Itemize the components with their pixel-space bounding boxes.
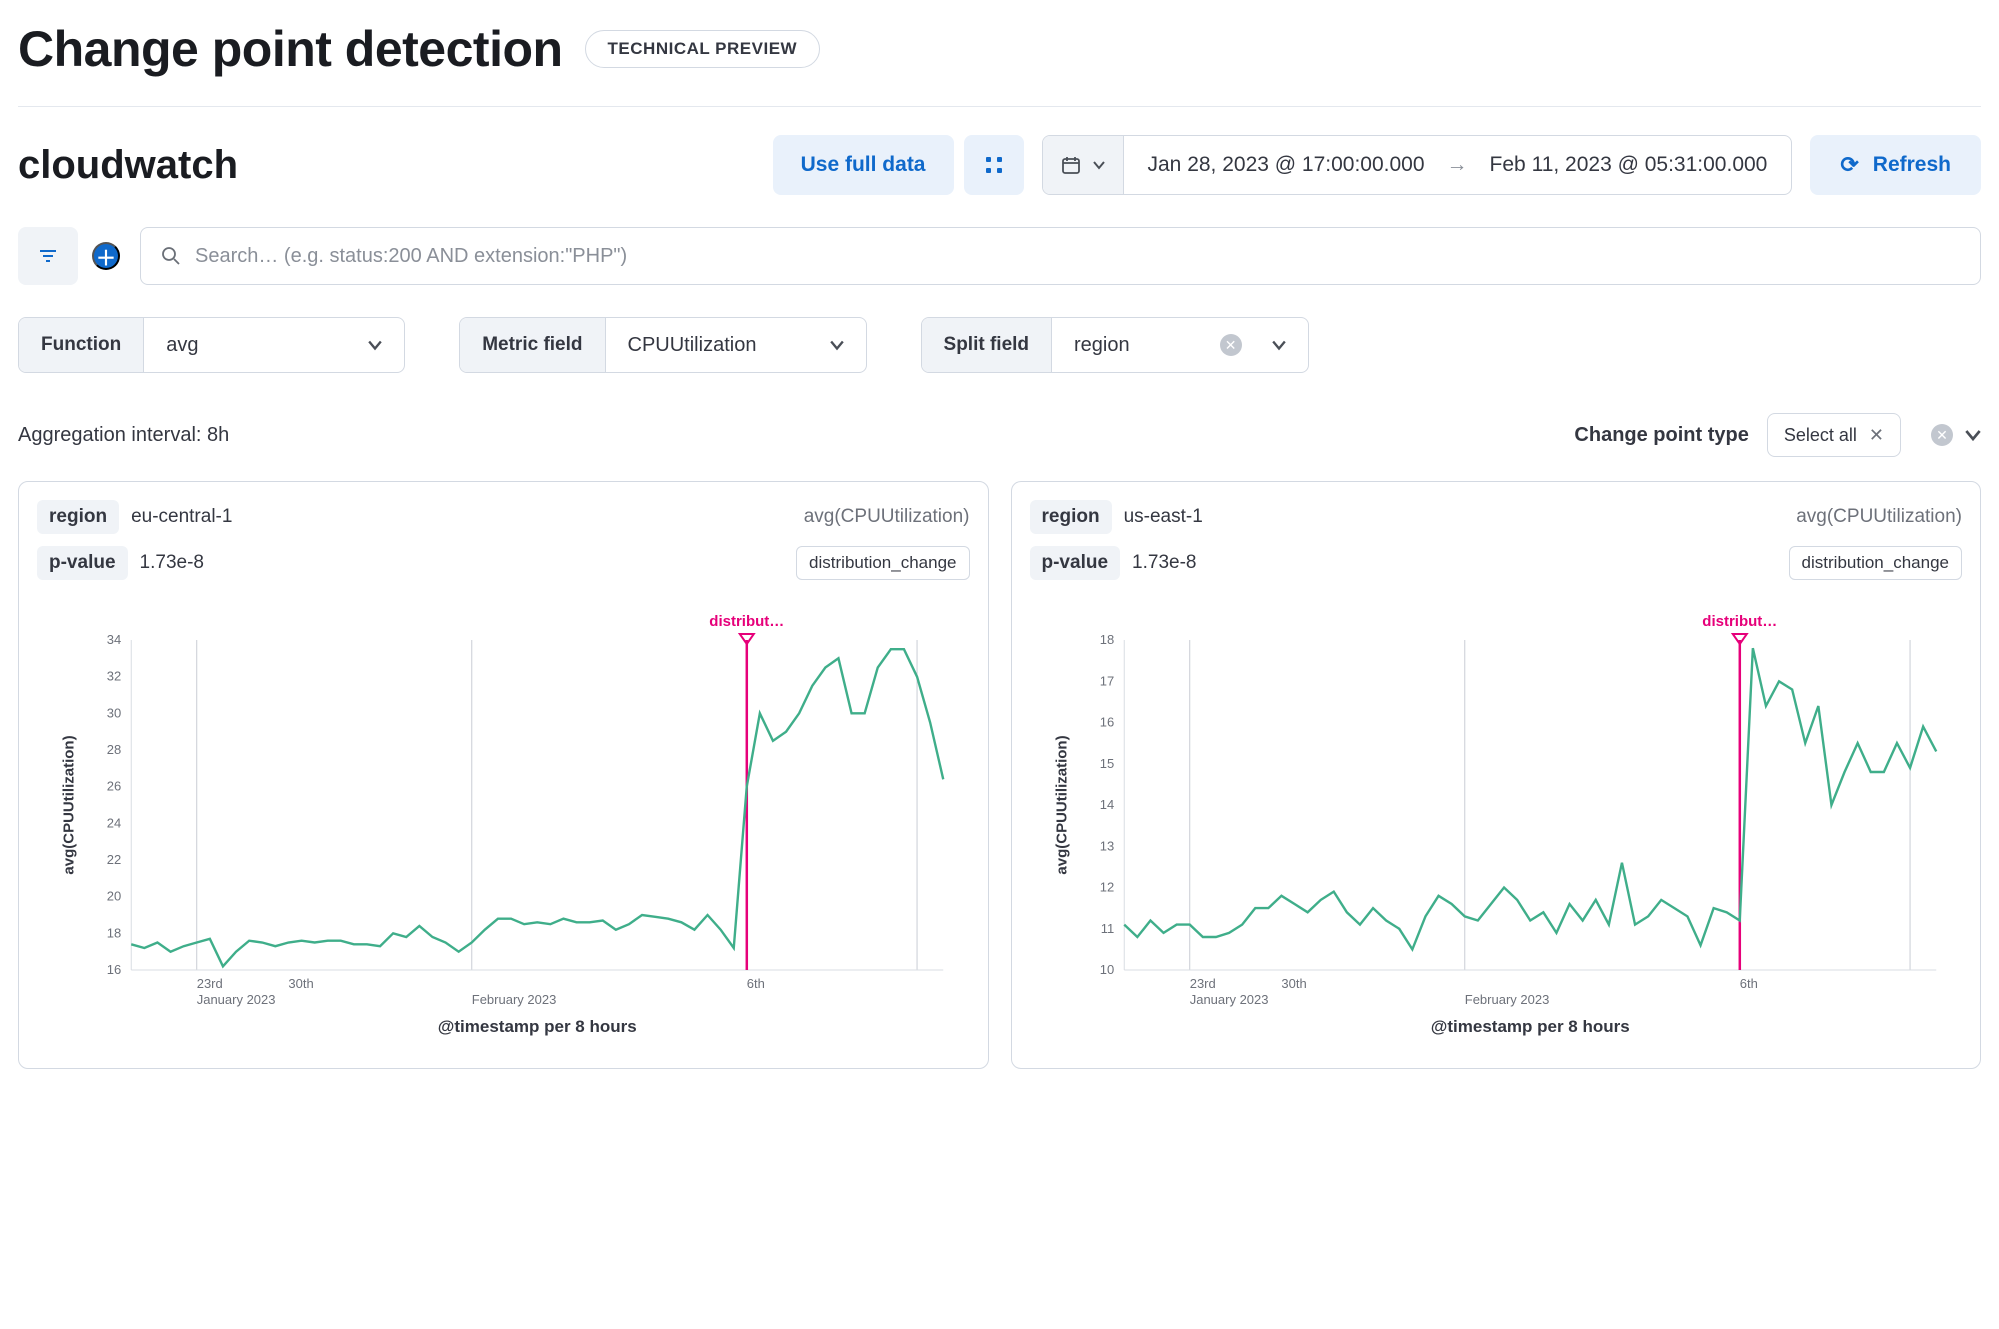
chevron-down-icon bbox=[830, 338, 844, 352]
metric-summary: avg(CPUUtilization) bbox=[1796, 506, 1962, 528]
svg-text:12: 12 bbox=[1099, 880, 1113, 895]
search-box[interactable] bbox=[140, 227, 1981, 285]
metric-field-value: CPUUtilization bbox=[628, 334, 757, 357]
svg-text:10: 10 bbox=[1099, 962, 1113, 977]
filter-icon bbox=[38, 246, 58, 266]
close-icon: ✕ bbox=[1936, 428, 1948, 442]
metric-field-label: Metric field bbox=[460, 318, 605, 372]
use-full-data-button[interactable]: Use full data bbox=[773, 135, 954, 195]
clear-split-field-button[interactable]: ✕ bbox=[1220, 334, 1242, 356]
pvalue-tag: p-value bbox=[1030, 546, 1121, 580]
change-point-type-label: Change point type bbox=[1574, 424, 1748, 447]
svg-text:34: 34 bbox=[107, 632, 121, 647]
chevron-down-icon bbox=[368, 338, 382, 352]
svg-text:6th: 6th bbox=[747, 976, 765, 991]
svg-text:23rd: 23rd bbox=[1189, 976, 1215, 991]
svg-text:30th: 30th bbox=[1281, 976, 1306, 991]
date-to: Feb 11, 2023 @ 05:31:00.000 bbox=[1490, 153, 1768, 177]
svg-text:distribut…: distribut… bbox=[709, 613, 784, 630]
change-type-badge: distribution_change bbox=[1789, 546, 1962, 580]
pvalue-value: 1.73e-8 bbox=[140, 552, 204, 574]
split-field-label: Split field bbox=[922, 318, 1053, 372]
close-icon: ✕ bbox=[1225, 338, 1237, 352]
svg-text:17: 17 bbox=[1099, 673, 1113, 688]
svg-text:@timestamp per 8 hours: @timestamp per 8 hours bbox=[438, 1017, 637, 1036]
svg-text:11: 11 bbox=[1100, 921, 1114, 936]
function-value: avg bbox=[166, 334, 198, 357]
svg-text:22: 22 bbox=[107, 852, 121, 867]
use-full-data-label: Use full data bbox=[801, 153, 926, 177]
function-select[interactable]: Function avg bbox=[18, 317, 405, 373]
search-input[interactable] bbox=[195, 245, 1960, 268]
panel-layout-button[interactable] bbox=[964, 135, 1024, 195]
svg-text:23rd: 23rd bbox=[197, 976, 223, 991]
svg-text:20: 20 bbox=[107, 889, 121, 904]
search-icon bbox=[161, 246, 181, 266]
svg-text:6th: 6th bbox=[1739, 976, 1757, 991]
date-from: Jan 28, 2023 @ 17:00:00.000 bbox=[1148, 153, 1425, 177]
svg-text:February 2023: February 2023 bbox=[1464, 992, 1549, 1007]
svg-text:26: 26 bbox=[107, 779, 121, 794]
svg-text:18: 18 bbox=[107, 925, 121, 940]
function-label: Function bbox=[19, 318, 144, 372]
split-field-select[interactable]: Split field region ✕ bbox=[921, 317, 1309, 373]
svg-text:February 2023: February 2023 bbox=[472, 992, 557, 1007]
svg-text:24: 24 bbox=[107, 815, 121, 830]
refresh-label: Refresh bbox=[1873, 153, 1951, 177]
metric-field-select[interactable]: Metric field CPUUtilization bbox=[459, 317, 866, 373]
svg-text:avg(CPUUtilization): avg(CPUUtilization) bbox=[1053, 735, 1070, 874]
refresh-button[interactable]: ⟳ Refresh bbox=[1810, 135, 1981, 195]
chevron-down-icon bbox=[1272, 338, 1286, 352]
svg-text:16: 16 bbox=[1099, 715, 1113, 730]
svg-text:13: 13 bbox=[1099, 838, 1113, 853]
calendar-icon bbox=[1061, 155, 1081, 175]
technical-preview-badge: TECHNICAL PREVIEW bbox=[585, 30, 821, 68]
index-name: cloudwatch bbox=[18, 143, 238, 188]
aggregation-interval-text: Aggregation interval: 8h bbox=[18, 424, 229, 447]
split-field-value: region bbox=[1074, 334, 1130, 357]
pvalue-tag: p-value bbox=[37, 546, 128, 580]
chart-card: region us-east-1 avg(CPUUtilization) p-v… bbox=[1011, 481, 1982, 1069]
svg-text:32: 32 bbox=[107, 669, 121, 684]
svg-text:15: 15 bbox=[1099, 756, 1113, 771]
date-range-quick-select[interactable] bbox=[1043, 136, 1124, 194]
filter-options-button[interactable] bbox=[18, 227, 78, 285]
chart-card: region eu-central-1 avg(CPUUtilization) … bbox=[18, 481, 989, 1069]
chevron-down-icon[interactable] bbox=[1965, 427, 1981, 443]
svg-text:30: 30 bbox=[107, 705, 121, 720]
refresh-icon: ⟳ bbox=[1840, 152, 1858, 178]
svg-text:January 2023: January 2023 bbox=[197, 992, 276, 1007]
svg-text:distribut…: distribut… bbox=[1702, 613, 1777, 630]
svg-text:30th: 30th bbox=[288, 976, 313, 991]
select-all-label: Select all bbox=[1784, 425, 1857, 446]
svg-text:avg(CPUUtilization): avg(CPUUtilization) bbox=[60, 735, 77, 874]
region-tag: region bbox=[37, 500, 119, 534]
region-value: eu-central-1 bbox=[131, 506, 232, 528]
svg-text:@timestamp per 8 hours: @timestamp per 8 hours bbox=[1430, 1017, 1629, 1036]
svg-text:14: 14 bbox=[1099, 797, 1113, 812]
metric-summary: avg(CPUUtilization) bbox=[804, 506, 970, 528]
chevron-down-icon bbox=[1093, 159, 1105, 171]
close-icon[interactable]: ✕ bbox=[1869, 425, 1884, 446]
change-type-badge: distribution_change bbox=[796, 546, 969, 580]
add-filter-button[interactable]: ＋ bbox=[92, 242, 120, 270]
svg-text:16: 16 bbox=[107, 962, 121, 977]
toolbar: cloudwatch Use full data Jan 28, 2023 @ … bbox=[18, 107, 1981, 195]
grid-4dots-icon bbox=[984, 155, 1004, 175]
svg-text:January 2023: January 2023 bbox=[1189, 992, 1268, 1007]
clear-change-point-type-button[interactable]: ✕ bbox=[1931, 424, 1953, 446]
date-range-picker[interactable]: Jan 28, 2023 @ 17:00:00.000 → Feb 11, 20… bbox=[1042, 135, 1793, 195]
timeseries-chart: 16 18 20 22 24 26 28 30 32 34 distribut… 23rd 30th 6t… bbox=[37, 600, 970, 1040]
date-range-display[interactable]: Jan 28, 2023 @ 17:00:00.000 → Feb 11, 20… bbox=[1124, 153, 1792, 177]
arrow-right-icon: → bbox=[1447, 153, 1468, 177]
region-tag: region bbox=[1030, 500, 1112, 534]
svg-text:28: 28 bbox=[107, 742, 121, 757]
svg-text:18: 18 bbox=[1099, 632, 1113, 647]
change-point-type-select[interactable]: Select all ✕ bbox=[1767, 413, 1901, 457]
pvalue-value: 1.73e-8 bbox=[1132, 552, 1196, 574]
page-title: Change point detection bbox=[18, 20, 563, 78]
region-value: us-east-1 bbox=[1124, 506, 1203, 528]
timeseries-chart: 10 11 12 13 14 15 16 17 18 distribut… 23rd 30th 6th J… bbox=[1030, 600, 1963, 1040]
plus-icon: ＋ bbox=[96, 242, 116, 271]
